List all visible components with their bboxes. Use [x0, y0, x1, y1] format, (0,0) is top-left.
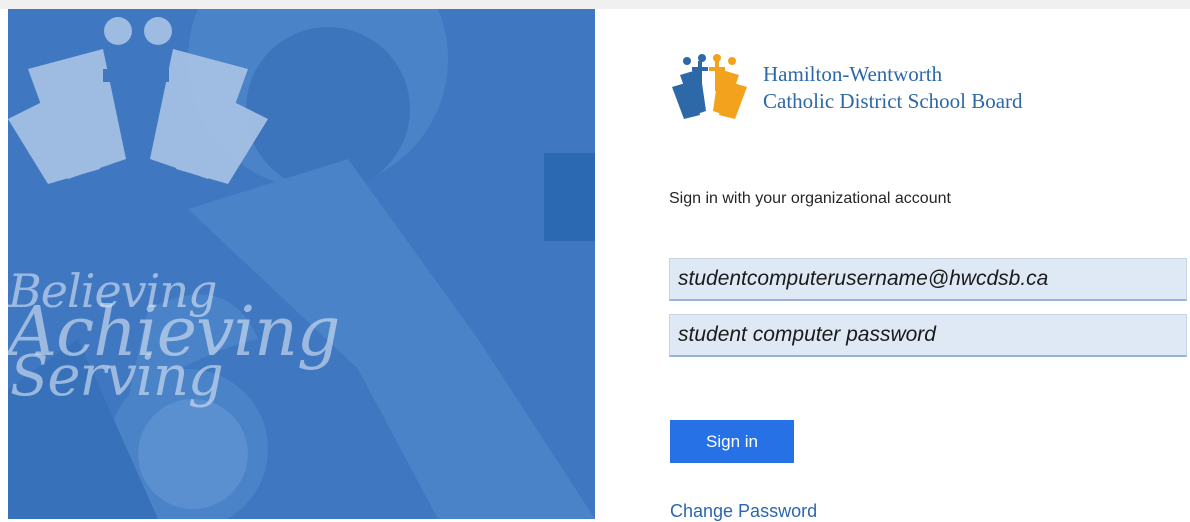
school-board-logo-icon	[672, 54, 747, 119]
password-input[interactable]	[669, 314, 1187, 357]
browser-top-strip	[0, 0, 1190, 9]
tagline-serving: Serving	[10, 344, 224, 409]
username-input[interactable]	[669, 258, 1187, 301]
page-left-margin	[0, 9, 8, 519]
signin-prompt: Sign in with your organizational account	[669, 190, 951, 207]
signin-button[interactable]: Sign in	[670, 420, 794, 463]
org-name-line2: Catholic District School Board	[763, 89, 1023, 113]
illustration-panel: Believing Achieving Serving	[8, 9, 595, 519]
org-name-line1: Hamilton-Wentworth	[763, 62, 943, 86]
org-name: Hamilton-Wentworth Catholic District Sch…	[763, 61, 1023, 115]
signin-panel: Hamilton-Wentworth Catholic District Sch…	[595, 9, 1190, 521]
